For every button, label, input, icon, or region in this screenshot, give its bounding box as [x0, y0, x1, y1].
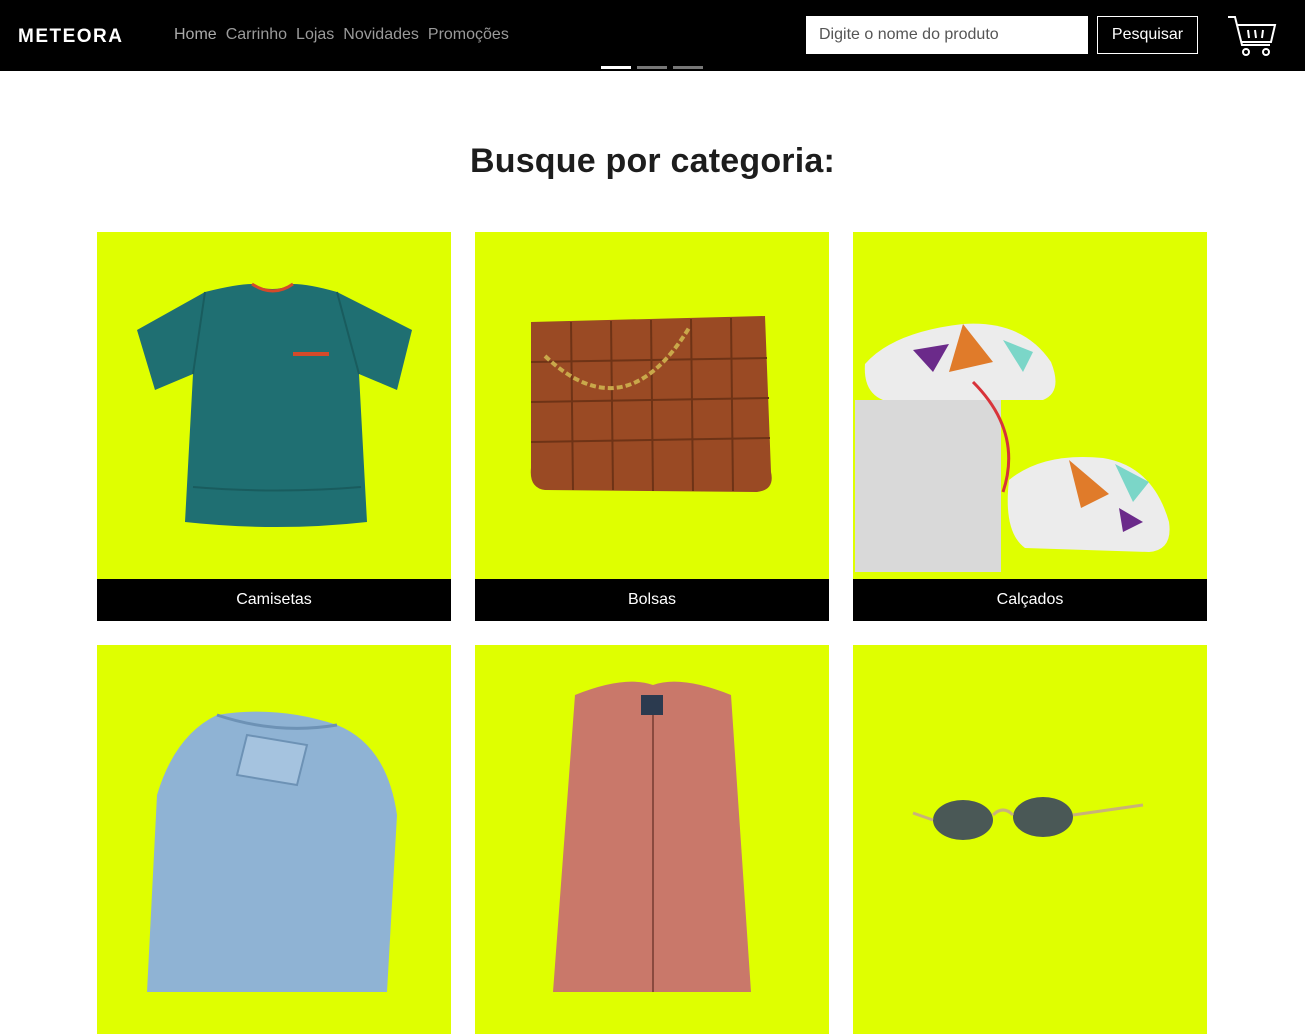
search-input[interactable] [806, 16, 1088, 54]
svg-text:METEORA: METEORA [18, 26, 124, 46]
category-label: Calçados [853, 579, 1207, 621]
carousel-indicators [601, 66, 703, 69]
nav-link-promocoes[interactable]: Promoções [428, 25, 509, 45]
nav-link-home[interactable]: Home [174, 25, 217, 45]
cart-icon[interactable] [1226, 14, 1278, 58]
section-title: Busque por categoria: [469, 142, 836, 180]
navbar: METEORA Home Carrinho Lojas Novidades Pr… [0, 0, 1305, 71]
nav-link-lojas[interactable]: Lojas [296, 25, 334, 45]
category-label: Camisetas [97, 579, 451, 621]
carousel-indicator-2[interactable] [637, 66, 667, 69]
meteora-logo[interactable]: METEORA [18, 24, 148, 46]
jeans-image [147, 711, 397, 992]
sunglasses-image [912, 797, 1144, 840]
bag-image [530, 316, 772, 492]
carousel-indicator-3[interactable] [673, 66, 703, 69]
nav-link-carrinho[interactable]: Carrinho [226, 25, 287, 45]
category-card-jaquetas[interactable] [475, 645, 829, 1034]
jacket-image [553, 681, 751, 992]
category-card-calcados[interactable]: Calçados [853, 232, 1207, 621]
category-card-jeans[interactable] [97, 645, 451, 1034]
category-card-oculos[interactable] [853, 645, 1207, 1034]
sneakers-image [855, 323, 1170, 572]
tshirt-image [137, 282, 412, 527]
category-card-camisetas[interactable]: Camisetas [97, 232, 451, 621]
category-label: Bolsas [475, 579, 829, 621]
category-card-bolsas[interactable]: Bolsas [475, 232, 829, 621]
search-button[interactable]: Pesquisar [1097, 16, 1198, 54]
carousel-indicator-1[interactable] [601, 66, 631, 69]
nav-link-novidades[interactable]: Novidades [343, 25, 419, 45]
main-nav: Home Carrinho Lojas Novidades Promoções [174, 25, 518, 45]
